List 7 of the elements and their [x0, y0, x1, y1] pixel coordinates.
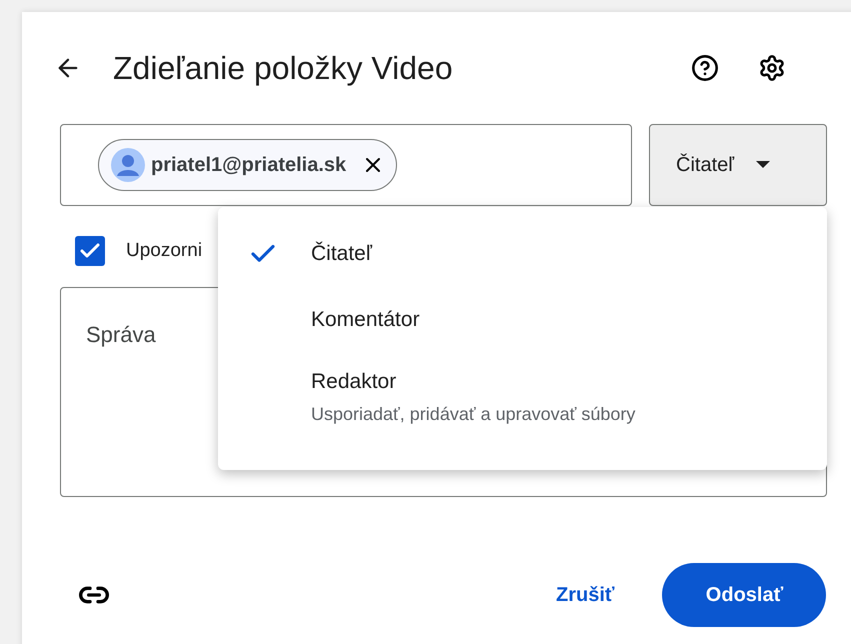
- role-label: Komentátor: [311, 307, 420, 333]
- role-label: Čitateľ: [311, 241, 372, 267]
- role-label: Redaktor: [311, 369, 398, 395]
- role-description: Usporiadať, pridávať a upravovať súbory: [311, 403, 636, 426]
- dialog-title: Zdieľanie položky Video: [113, 49, 453, 88]
- notify-label: Upozorni: [126, 238, 202, 263]
- recipient-email: priatel1@priatelia.sk: [151, 153, 346, 178]
